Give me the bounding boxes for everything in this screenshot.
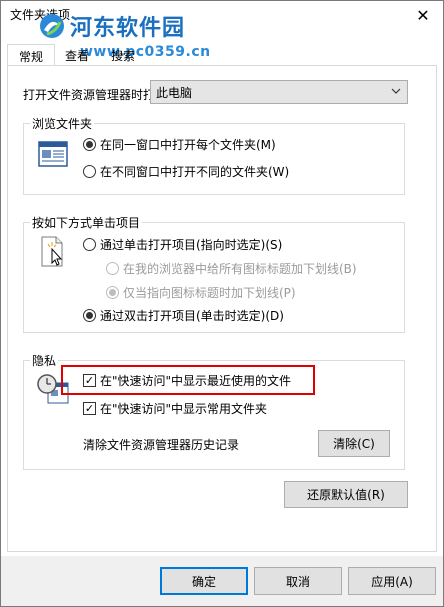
open-explorer-value: 此电脑 xyxy=(156,85,193,100)
apply-button-label: 应用(A) xyxy=(371,574,413,589)
underline-always-label: 在我的浏览器中给所有图标标题加下划线(B) xyxy=(123,262,357,276)
clear-history-button[interactable]: 清除(C) xyxy=(318,430,390,457)
chevron-down-icon xyxy=(391,86,401,97)
watermark-url: www.pc0359.cn xyxy=(80,44,211,60)
underline-always-radio[interactable] xyxy=(106,262,119,275)
double-click-label: 通过双击打开项目(单击时选定)(D) xyxy=(100,309,284,323)
new-window-radio[interactable] xyxy=(83,165,96,178)
single-click-label: 通过单击打开项目(指向时选定)(S) xyxy=(100,238,283,252)
watermark: 河东软件园 xyxy=(38,10,185,42)
click-items-title: 按如下方式单击项目 xyxy=(30,214,143,231)
ok-button[interactable]: 确定 xyxy=(160,567,248,595)
browse-folders-icon xyxy=(38,141,68,167)
same-window-radio[interactable] xyxy=(83,138,96,151)
tab-general[interactable]: 常规 xyxy=(7,44,55,66)
frequent-folders-checkbox[interactable]: ✓ xyxy=(83,402,96,415)
restore-defaults-button[interactable]: 还原默认值(R) xyxy=(284,481,408,508)
cancel-button[interactable]: 取消 xyxy=(254,567,342,595)
frequent-folders-label: 在"快速访问"中显示常用文件夹 xyxy=(100,402,268,416)
tab-general-label: 常规 xyxy=(18,50,43,64)
new-window-label: 在不同窗口中打开不同的文件夹(W) xyxy=(100,165,290,179)
open-explorer-select[interactable]: 此电脑 xyxy=(150,80,408,104)
clear-history-button-label: 清除(C) xyxy=(333,437,375,451)
watermark-logo-icon xyxy=(40,14,64,38)
recent-files-label: 在"快速访问"中显示最近使用的文件 xyxy=(100,374,292,388)
underline-point-radio[interactable] xyxy=(106,286,119,299)
clear-history-label: 清除文件资源管理器历史记录 xyxy=(83,438,240,452)
watermark-title: 河东软件园 xyxy=(70,16,186,41)
restore-defaults-label: 还原默认值(R) xyxy=(307,488,385,502)
cancel-button-label: 取消 xyxy=(285,574,310,589)
open-explorer-label: 打开文件资源管理器时打 xyxy=(23,88,156,102)
browse-folders-group xyxy=(23,123,405,195)
privacy-title: 隐私 xyxy=(30,352,59,369)
tab-search-label: 搜索 xyxy=(110,49,135,63)
tab-view-label: 查看 xyxy=(64,49,89,63)
tab-search[interactable]: 搜索 xyxy=(103,44,143,66)
recent-files-checkbox[interactable]: ✓ xyxy=(83,374,96,387)
underline-point-label: 仅当指向图标标题时加下划线(P) xyxy=(123,286,296,300)
tab-view[interactable]: 查看 xyxy=(57,44,97,66)
same-window-label: 在同一窗口中打开每个文件夹(M) xyxy=(100,138,276,152)
close-button[interactable]: ✕ xyxy=(405,1,441,29)
single-click-radio[interactable] xyxy=(83,238,96,251)
double-click-radio[interactable] xyxy=(83,309,96,322)
browse-folders-title: 浏览文件夹 xyxy=(30,115,95,132)
click-items-icon xyxy=(41,236,63,267)
ok-button-label: 确定 xyxy=(191,574,216,589)
apply-button[interactable]: 应用(A) xyxy=(348,567,436,595)
